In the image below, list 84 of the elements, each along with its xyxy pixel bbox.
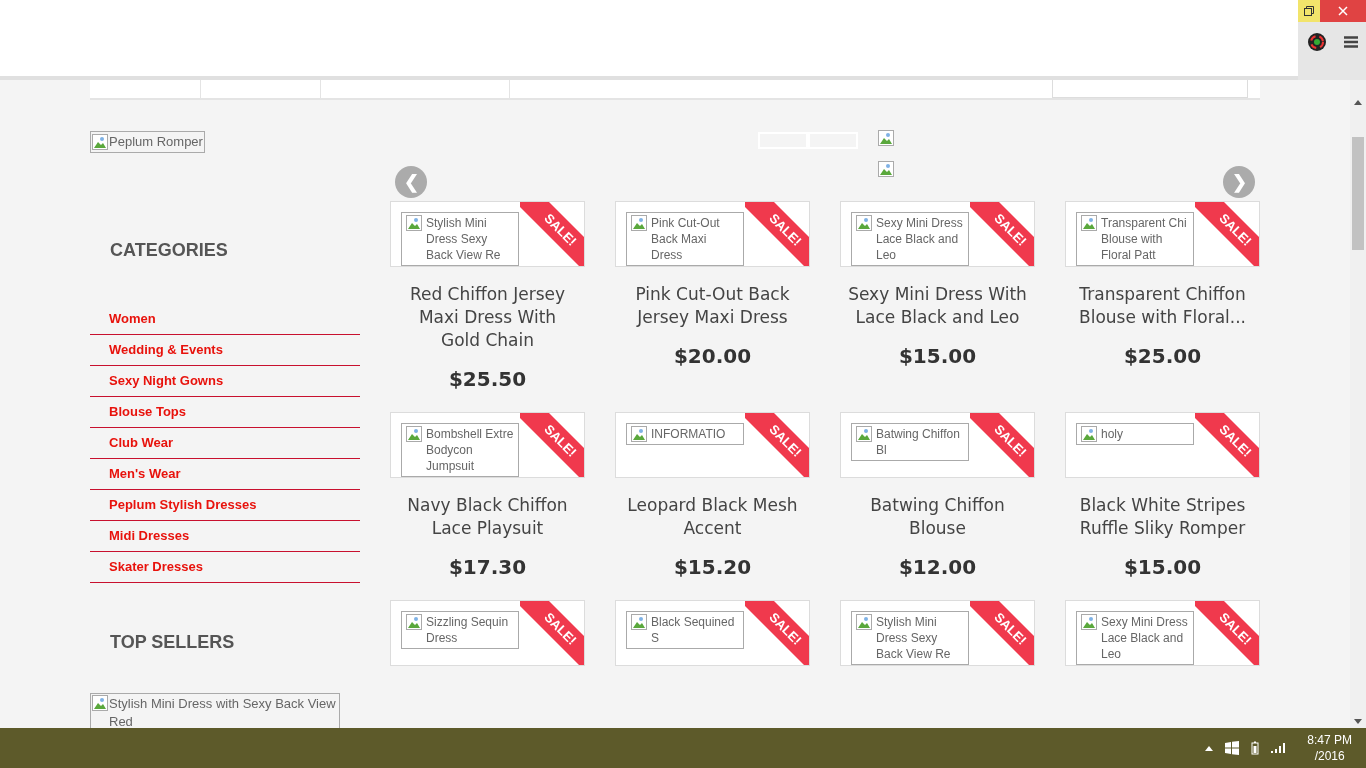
image-alt-text: Sexy Mini Dress Lace Black and Leo: [876, 215, 964, 263]
image-alt-text: Sizzling Sequin Dress: [426, 614, 510, 646]
product-image[interactable]: INFORMATIO: [626, 423, 744, 445]
image-alt-text: Sexy Mini Dress Lace Black and Leo: [1101, 614, 1189, 662]
product-name-link[interactable]: Sexy Mini Dress With Lace Black and Leo: [840, 283, 1035, 329]
product-price: $15.00: [1123, 554, 1202, 581]
product-image[interactable]: Transparent Chi Blouse with Floral Patt: [1076, 212, 1194, 266]
product-price: $12.00: [898, 554, 977, 581]
product-image[interactable]: Sizzling Sequin Dress: [401, 611, 519, 649]
product-name-link[interactable]: Leopard Black Mesh Accent: [615, 494, 810, 540]
product-price: $15.20: [673, 554, 752, 581]
broken-image-icon: [856, 215, 872, 231]
categories-heading: CATEGORIES: [110, 238, 229, 262]
product-image[interactable]: Stylish Mini Dress Sexy Back View Re: [401, 212, 519, 266]
broken-image-icon: [92, 133, 108, 150]
category-link[interactable]: Wedding & Events: [90, 334, 360, 366]
image-alt-text: Transparent Chi Blouse with Floral Patt: [1101, 215, 1188, 263]
product-image[interactable]: Stylish Mini Dress Sexy Back View Re: [851, 611, 969, 665]
image-alt-text: holy: [1101, 426, 1123, 442]
top-sellers-heading: TOP SELLERS: [110, 630, 236, 654]
image-alt-text: Black Sequined S: [651, 614, 736, 646]
product-image[interactable]: Bombshell Extre Bodycon Jumpsuit: [401, 423, 519, 477]
scrollbar[interactable]: [1350, 80, 1366, 728]
category-link[interactable]: Skater Dresses: [90, 551, 360, 583]
broken-image-icon: [878, 161, 894, 177]
image-alt-text: Stylish Mini Dress Sexy Back View Re: [426, 215, 502, 263]
broken-image-icon: [406, 426, 422, 442]
image-alt-text: Peplum Romper: [109, 133, 203, 151]
broken-image-icon: [856, 426, 872, 442]
product-name-link[interactable]: Black White Stripes Ruffle Sliky Romper: [1065, 494, 1260, 540]
clock[interactable]: 8:47 PM /2016: [1307, 732, 1352, 764]
category-link[interactable]: Women: [90, 303, 360, 335]
product-image[interactable]: Sexy Mini Dress Lace Black and Leo: [851, 212, 969, 266]
product-name-link[interactable]: Red Chiffon Jersey Maxi Dress With Gold Chain: [390, 283, 585, 352]
color-wheel-icon[interactable]: [1306, 32, 1327, 52]
close-icon: [1338, 6, 1348, 16]
product-image[interactable]: Black Sequined S: [626, 611, 744, 649]
product-name-link[interactable]: Pink Cut-Out Back Jersey Maxi Dress: [615, 283, 810, 329]
broken-image-icon: [92, 694, 108, 711]
broken-image-icon: [406, 614, 422, 630]
image-alt-text: Pink Cut-Out Back Maxi Dress: [651, 215, 721, 263]
scroll-up-icon[interactable]: [1354, 100, 1362, 105]
product-name-link[interactable]: Batwing Chiffon Blouse: [840, 494, 1035, 540]
product-price: $20.00: [673, 343, 752, 370]
product-image[interactable]: Sexy Mini Dress Lace Black and Leo: [1076, 611, 1194, 665]
broken-image-icon: [631, 426, 647, 442]
product-price: $25.50: [448, 366, 527, 393]
category-link[interactable]: Club Wear: [90, 427, 360, 459]
signal-icon[interactable]: [1271, 743, 1286, 753]
image-alt-text: Stylish Mini Dress Sexy Back View Re: [876, 614, 952, 662]
product-name-link[interactable]: Transparent Chiffon Blouse with Floral...: [1065, 283, 1260, 329]
scroll-down-icon[interactable]: [1354, 719, 1362, 724]
menu-icon[interactable]: [1343, 36, 1358, 48]
windows-icon[interactable]: [1225, 741, 1240, 755]
category-link[interactable]: Sexy Night Gowns: [90, 365, 360, 397]
broken-image-icon: [1081, 426, 1097, 442]
clock-time: 8:47 PM: [1307, 732, 1352, 748]
image-alt-text: Batwing Chiffon Bl: [876, 426, 961, 458]
broken-image-icon: [1081, 614, 1097, 630]
scroll-thumb[interactable]: [1352, 137, 1364, 250]
broken-image-icon: [406, 215, 422, 231]
clock-date: /2016: [1314, 748, 1345, 764]
battery-icon[interactable]: [1251, 741, 1260, 755]
broken-image-icon: [631, 614, 647, 630]
category-link[interactable]: Midi Dresses: [90, 520, 360, 552]
category-link[interactable]: Blouse Tops: [90, 396, 360, 428]
product-price: $25.00: [1123, 343, 1202, 370]
product-price: $17.30: [448, 554, 527, 581]
caret-up-icon[interactable]: [1205, 745, 1214, 751]
broken-image-icon: [631, 215, 647, 231]
broken-image-icon: [878, 130, 894, 146]
restore-icon: [1304, 6, 1314, 16]
category-link[interactable]: Peplum Stylish Dresses: [90, 489, 360, 521]
broken-image-icon: [856, 614, 872, 630]
broken-image-icon: [1081, 215, 1097, 231]
banner-image[interactable]: Peplum Romper: [90, 131, 205, 153]
image-alt-text: INFORMATIO: [651, 426, 726, 442]
category-link[interactable]: Men's Wear: [90, 458, 360, 490]
product-image[interactable]: Pink Cut-Out Back Maxi Dress: [626, 212, 744, 266]
image-alt-text: Bombshell Extre Bodycon Jumpsuit: [426, 426, 514, 474]
product-image[interactable]: Batwing Chiffon Bl: [851, 423, 969, 461]
product-name-link[interactable]: Navy Black Chiffon Lace Playsuit: [390, 494, 585, 540]
product-image[interactable]: holy: [1076, 423, 1194, 445]
product-price: $15.00: [898, 343, 977, 370]
